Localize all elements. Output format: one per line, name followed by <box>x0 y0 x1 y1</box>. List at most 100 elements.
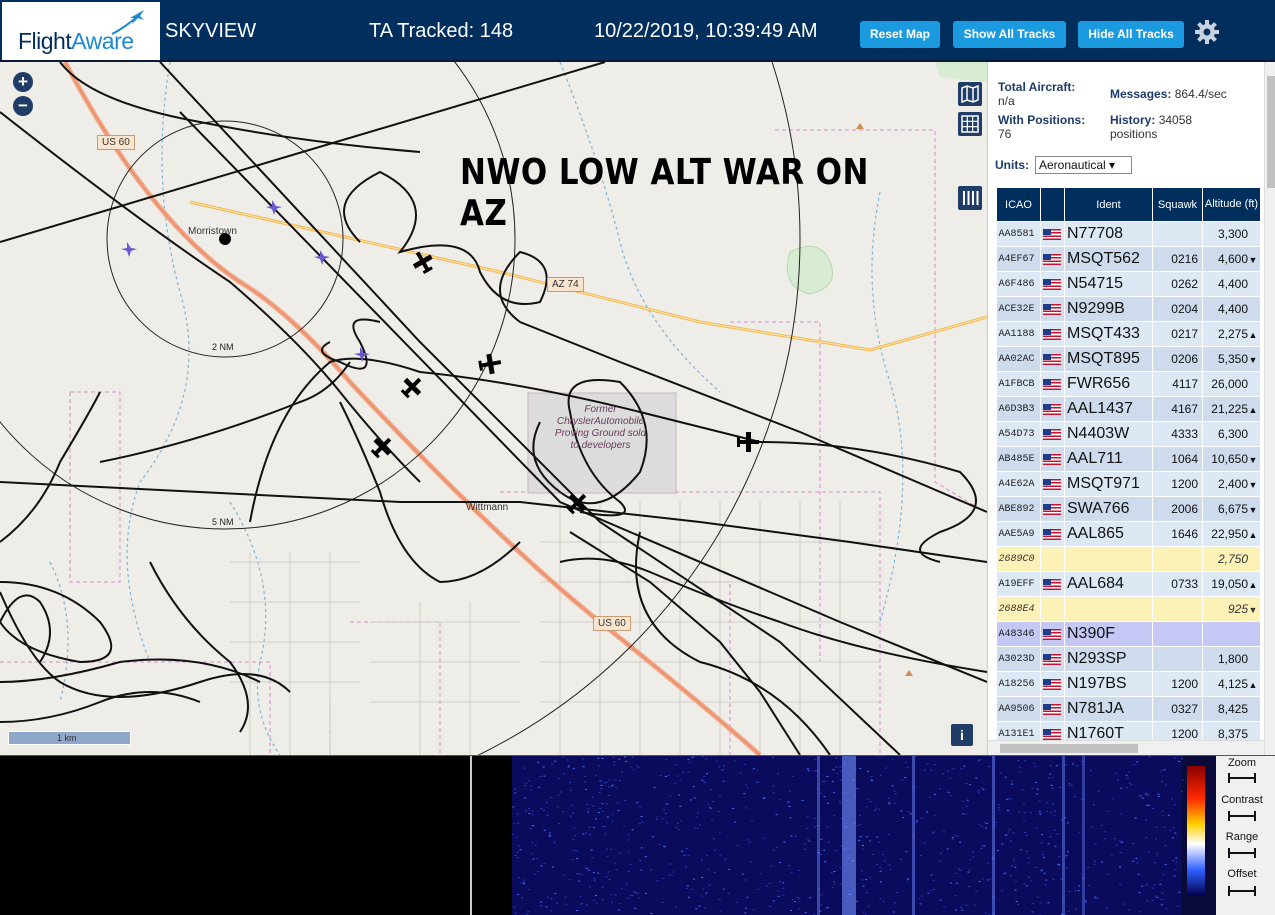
altitude-value: 4,125 <box>1217 677 1248 691</box>
cell-squawk: 0733 <box>1152 571 1203 597</box>
messages-value: 864.4/sec <box>1174 87 1227 101</box>
table-row[interactable]: AA9506 N781JA 0327 8,425 <box>996 696 1261 722</box>
horizontal-scroll-thumb[interactable] <box>1000 744 1138 753</box>
altitude-value: 4,400 <box>1217 277 1248 291</box>
vertical-scroll-thumb[interactable] <box>1267 76 1275 188</box>
show-all-tracks-button[interactable]: Show All Tracks <box>953 21 1066 48</box>
waterfall-display[interactable] <box>470 756 1220 915</box>
col-icao[interactable]: ICAO <box>996 187 1041 222</box>
cell-icao: A6D3B3 <box>996 396 1041 422</box>
history-value: 34058 <box>1158 113 1193 127</box>
range-slider[interactable] <box>1228 848 1256 858</box>
table-row[interactable]: A48346 N390F <box>996 621 1261 647</box>
logo-flight: Flight <box>18 28 72 54</box>
col-ident[interactable]: Ident <box>1064 187 1153 222</box>
spectrum-controls: Zoom Contrast Range Offset <box>1216 756 1275 915</box>
cell-flag <box>1040 546 1065 572</box>
table-row[interactable]: A6F486 N54715 0262 4,400 <box>996 271 1261 297</box>
cell-ident: AAL684 <box>1064 571 1153 597</box>
table-row[interactable]: A1FBCB FWR656 4117 26,000 <box>996 371 1261 397</box>
table-row[interactable]: A4EF67 MSQT562 0216 4,600▼ <box>996 246 1261 272</box>
us-flag-icon <box>1043 454 1061 466</box>
table-row[interactable]: AA1188 MSQT433 0217 2,275▲ <box>996 321 1261 347</box>
altitude-trend-icon: ▼ <box>1248 505 1258 515</box>
cell-squawk: 4117 <box>1152 371 1203 397</box>
zoom-in-button[interactable]: + <box>13 72 33 92</box>
altitude-value: 22,950 <box>1211 527 1248 541</box>
cell-squawk: 0204 <box>1152 296 1203 322</box>
cell-flag <box>1040 671 1065 697</box>
cell-altitude: 3,300 <box>1202 221 1261 247</box>
units-select[interactable]: Aeronautical ▾ <box>1035 156 1132 174</box>
cell-icao: AB485E <box>996 446 1041 472</box>
columns-icon <box>963 191 979 205</box>
range-label: Range <box>1225 831 1259 843</box>
table-row[interactable]: ACE32E N9299B 0204 4,400 <box>996 296 1261 322</box>
cell-flag <box>1040 496 1065 522</box>
table-row[interactable]: A3023D N293SP 1,800 <box>996 646 1261 672</box>
ring-label-5nm: 5 NM <box>212 517 234 527</box>
scale-bar: 1 km <box>8 731 131 745</box>
flightaware-logo[interactable]: FlightAware <box>2 2 160 60</box>
table-row[interactable]: AA02AC MSQT895 0206 5,350▼ <box>996 346 1261 372</box>
cell-icao: A54D73 <box>996 421 1041 447</box>
cell-squawk <box>1152 646 1203 672</box>
table-row[interactable]: 2688E4 925▼ <box>996 596 1261 622</box>
table-row[interactable]: A19EFF AAL684 0733 19,050▲ <box>996 571 1261 597</box>
columns-toggle-button[interactable] <box>958 186 982 210</box>
cell-ident: SWA766 <box>1064 496 1153 522</box>
reset-map-button[interactable]: Reset Map <box>860 21 940 48</box>
grid-toggle-button[interactable] <box>958 112 982 136</box>
map-view[interactable]: + − NWO LOW ALT WAR ON AZ Morristown Wit… <box>0 62 987 755</box>
road-sign-us60-south: US 60 <box>593 616 631 631</box>
hide-all-tracks-button[interactable]: Hide All Tracks <box>1078 21 1184 48</box>
altitude-trend-icon: ▼ <box>1248 480 1258 490</box>
map-layers-button[interactable] <box>958 82 982 106</box>
cell-ident: FWR656 <box>1064 371 1153 397</box>
col-squawk[interactable]: Squawk <box>1152 187 1203 222</box>
altitude-value: 4,600 <box>1217 252 1248 266</box>
table-row[interactable]: AB485E AAL711 1064 10,650▼ <box>996 446 1261 472</box>
ring-label-2nm: 2 NM <box>212 342 234 352</box>
cell-flag <box>1040 471 1065 497</box>
table-row[interactable]: AAE5A9 AAL865 1646 22,950▲ <box>996 521 1261 547</box>
cell-ident <box>1064 596 1153 622</box>
us-flag-icon <box>1043 704 1061 716</box>
cell-ident: AAL865 <box>1064 521 1153 547</box>
cell-squawk <box>1152 221 1203 247</box>
top-header: FlightAware SKYVIEW TA Tracked: 148 10/2… <box>0 0 1275 62</box>
zoom-label: Zoom <box>1227 757 1257 769</box>
cell-flag <box>1040 621 1065 647</box>
info-icon[interactable]: i <box>951 724 973 746</box>
altitude-value: 4,400 <box>1217 302 1248 316</box>
cell-flag <box>1040 396 1065 422</box>
vertical-scrollbar[interactable] <box>1264 62 1275 755</box>
zoom-slider[interactable] <box>1228 773 1256 783</box>
col-altitude[interactable]: Altitude (ft) <box>1202 187 1261 222</box>
table-row[interactable]: A6D3B3 AAL1437 4167 21,225▲ <box>996 396 1261 422</box>
aircraft-rows: AA8581 N77708 3,300 A4EF67 MSQT562 0216 4,600▼… <box>996 221 1261 747</box>
table-row[interactable]: A54D73 N4403W 4333 6,300 <box>996 421 1261 447</box>
gear-icon[interactable] <box>1193 18 1221 46</box>
cell-ident: N54715 <box>1064 271 1153 297</box>
cell-altitude: 1,800 <box>1202 646 1261 672</box>
table-row[interactable]: A4E62A MSQT971 1200 2,400▼ <box>996 471 1261 497</box>
contrast-slider[interactable] <box>1228 811 1256 821</box>
skyview-app: FlightAware SKYVIEW TA Tracked: 148 10/2… <box>0 0 1275 915</box>
table-header-row: ICAO Ident Squawk Altitude (ft) <box>996 187 1261 222</box>
zoom-out-button[interactable]: − <box>13 96 33 116</box>
cell-squawk: 0216 <box>1152 246 1203 272</box>
horizontal-scrollbar[interactable] <box>988 740 1264 755</box>
cell-ident: N390F <box>1064 621 1153 647</box>
us-flag-icon <box>1043 654 1061 666</box>
col-flag[interactable] <box>1040 187 1065 222</box>
messages-stat: Messages: 864.4/sec <box>1110 87 1227 101</box>
table-row[interactable]: 2689C0 2,750 <box>996 546 1261 572</box>
cell-altitude: 925▼ <box>1202 596 1261 622</box>
cell-altitude: 2,275▲ <box>1202 321 1261 347</box>
table-row[interactable]: AA8581 N77708 3,300 <box>996 221 1261 247</box>
table-row[interactable]: A18256 N197BS 1200 4,125▲ <box>996 671 1261 697</box>
table-row[interactable]: ABE892 SWA766 2006 6,675▼ <box>996 496 1261 522</box>
offset-slider[interactable] <box>1228 886 1256 896</box>
altitude-value: 5,350 <box>1217 352 1248 366</box>
